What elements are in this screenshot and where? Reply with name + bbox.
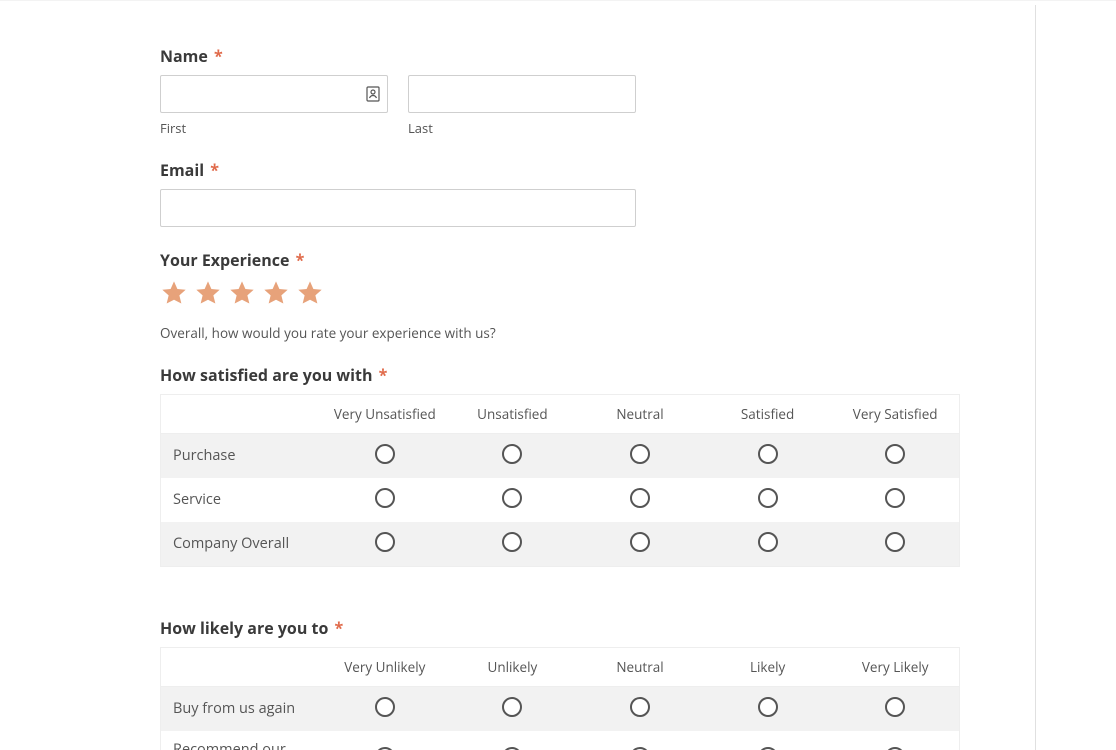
likelihood-rows: Buy from us again Recommend our product … (161, 687, 959, 750)
likelihood-col-header: Very Likely (831, 648, 959, 686)
star-icon[interactable] (160, 279, 188, 312)
star-icon[interactable] (228, 279, 256, 312)
experience-label: Your Experience * (160, 249, 885, 271)
satisfaction-col-header: Very Satisfied (831, 395, 959, 433)
radio-option[interactable] (630, 697, 650, 717)
row-label: Company Overall (161, 525, 321, 564)
likelihood-label-text: How likely are you to (160, 617, 328, 639)
radio-option[interactable] (502, 444, 522, 464)
radio-option[interactable] (885, 697, 905, 717)
row-label: Recommend our product to others (161, 731, 321, 750)
satisfaction-header-row: Very Unsatisfied Unsatisfied Neutral Sat… (161, 395, 959, 434)
email-label: Email * (160, 159, 885, 181)
email-label-text: Email (160, 159, 204, 181)
name-label-text: Name (160, 45, 208, 67)
required-mark: * (210, 159, 219, 181)
likelihood-col-header: Neutral (576, 648, 704, 686)
radio-option[interactable] (375, 532, 395, 552)
required-mark: * (379, 364, 388, 386)
radio-option[interactable] (375, 488, 395, 508)
satisfaction-col-header: Unsatisfied (449, 395, 577, 433)
radio-option[interactable] (885, 444, 905, 464)
table-row: Service (161, 478, 959, 522)
radio-option[interactable] (375, 697, 395, 717)
table-row: Company Overall (161, 522, 959, 566)
radio-option[interactable] (758, 697, 778, 717)
likelihood-header-blank (161, 657, 321, 677)
first-name-col: First (160, 75, 388, 137)
required-mark: * (335, 617, 344, 639)
radio-option[interactable] (630, 532, 650, 552)
likelihood-field: How likely are you to * Very Unlikely Un… (160, 617, 885, 750)
required-mark: * (296, 249, 305, 271)
satisfaction-header-blank (161, 404, 321, 424)
radio-option[interactable] (885, 532, 905, 552)
name-field: Name * First Last (160, 45, 885, 137)
table-row: Buy from us again (161, 687, 959, 731)
star-icon[interactable] (296, 279, 324, 312)
satisfaction-rows: Purchase Service (161, 434, 959, 566)
contact-card-icon (366, 86, 380, 102)
name-label: Name * (160, 45, 885, 67)
first-name-sublabel: First (160, 119, 388, 137)
likelihood-col-header: Very Unlikely (321, 648, 449, 686)
radio-option[interactable] (630, 488, 650, 508)
table-row: Recommend our product to others (161, 731, 959, 750)
radio-option[interactable] (502, 697, 522, 717)
experience-label-text: Your Experience (160, 249, 289, 271)
satisfaction-col-header: Very Unsatisfied (321, 395, 449, 433)
last-name-sublabel: Last (408, 119, 636, 137)
email-field: Email * (160, 159, 885, 227)
radio-option[interactable] (502, 488, 522, 508)
likelihood-table: Very Unlikely Unlikely Neutral Likely Ve… (160, 647, 960, 750)
satisfaction-col-header: Satisfied (704, 395, 832, 433)
star-rating (160, 279, 885, 312)
radio-option[interactable] (758, 532, 778, 552)
radio-option[interactable] (375, 444, 395, 464)
radio-option[interactable] (758, 488, 778, 508)
star-icon[interactable] (194, 279, 222, 312)
name-row: First Last (160, 75, 885, 137)
likelihood-label: How likely are you to * (160, 617, 885, 639)
satisfaction-label-text: How satisfied are you with (160, 364, 372, 386)
form-panel: Name * First Last (10, 5, 1036, 750)
table-row: Purchase (161, 434, 959, 478)
email-input[interactable] (160, 189, 636, 227)
satisfaction-col-header: Neutral (576, 395, 704, 433)
experience-hint: Overall, how would you rate your experie… (160, 324, 885, 342)
satisfaction-table: Very Unsatisfied Unsatisfied Neutral Sat… (160, 394, 960, 567)
last-name-input[interactable] (408, 75, 636, 113)
row-label: Buy from us again (161, 690, 321, 729)
radio-option[interactable] (758, 444, 778, 464)
satisfaction-field: How satisfied are you with * Very Unsati… (160, 364, 885, 567)
radio-option[interactable] (885, 488, 905, 508)
row-label: Service (161, 481, 321, 520)
first-name-input[interactable] (160, 75, 388, 113)
star-icon[interactable] (262, 279, 290, 312)
radio-option[interactable] (630, 444, 650, 464)
experience-field: Your Experience * Overall, how would you… (160, 249, 885, 342)
required-mark: * (214, 45, 223, 67)
likelihood-col-header: Unlikely (449, 648, 577, 686)
radio-option[interactable] (502, 532, 522, 552)
page-frame: Name * First Last (0, 0, 1116, 750)
last-name-col: Last (408, 75, 636, 137)
row-label: Purchase (161, 437, 321, 476)
likelihood-col-header: Likely (704, 648, 832, 686)
likelihood-header-row: Very Unlikely Unlikely Neutral Likely Ve… (161, 648, 959, 687)
satisfaction-label: How satisfied are you with * (160, 364, 885, 386)
